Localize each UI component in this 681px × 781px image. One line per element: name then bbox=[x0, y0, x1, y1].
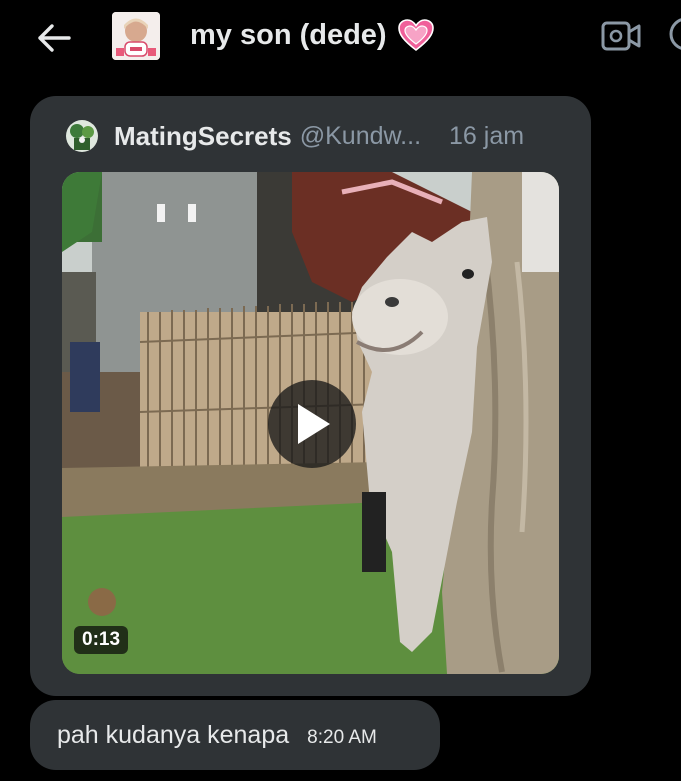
dm-conversation-screen: my son (dede) MatingSecrets @Kundw... 16… bbox=[0, 0, 681, 781]
video-duration-badge: 0:13 bbox=[74, 626, 129, 654]
video-call-button[interactable] bbox=[600, 17, 642, 55]
back-button[interactable] bbox=[32, 16, 76, 60]
author-avatar-image bbox=[66, 120, 98, 152]
message-bubble[interactable]: pah kudanya kenapa 8:20 AM bbox=[30, 700, 440, 770]
profile-avatar-image bbox=[112, 12, 160, 60]
message-text: pah kudanya kenapa bbox=[57, 720, 290, 749]
post-timestamp: 16 jam bbox=[449, 121, 525, 150]
play-button[interactable] bbox=[268, 380, 356, 468]
author-name[interactable]: MatingSecrets bbox=[114, 121, 292, 152]
conversation-avatar[interactable] bbox=[112, 12, 160, 60]
shared-post-card[interactable]: MatingSecrets @Kundw... 16 jam 0:13 bbox=[30, 96, 591, 696]
video-thumbnail[interactable]: 0:13 bbox=[62, 172, 559, 674]
arrow-left-icon bbox=[38, 24, 71, 52]
conversation-title[interactable]: my son (dede) bbox=[190, 18, 435, 52]
info-button[interactable] bbox=[664, 14, 681, 54]
shared-post-header: MatingSecrets @Kundw... 16 jam bbox=[66, 116, 566, 156]
message-timestamp: 8:20 AM bbox=[307, 727, 377, 748]
pink-heart-icon bbox=[397, 19, 434, 52]
author-handle: @Kundw... bbox=[299, 121, 422, 150]
conversation-header: my son (dede) bbox=[0, 0, 681, 78]
video-camera-icon bbox=[601, 21, 641, 51]
play-icon bbox=[298, 404, 330, 444]
author-avatar[interactable] bbox=[66, 120, 98, 152]
conversation-title-text: my son (dede) bbox=[190, 18, 387, 51]
info-icon bbox=[669, 18, 681, 50]
